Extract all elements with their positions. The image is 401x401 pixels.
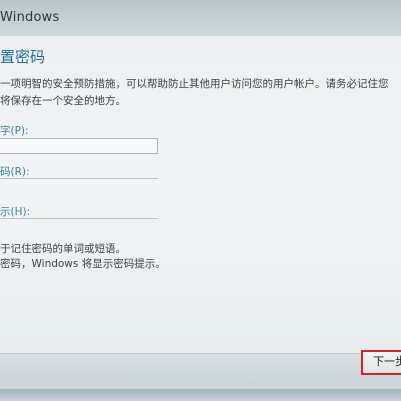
password-field[interactable] xyxy=(0,138,158,154)
setup-screen: Windows 置密码 一项明智的安全预防措施，可以帮助防止其他用户访问您的用户… xyxy=(0,0,401,401)
hint-instructions-line-2: 密码，Windows 将显示密码提示。 xyxy=(0,258,166,270)
page-heading: 置密码 xyxy=(0,48,46,66)
title-bar: Windows xyxy=(0,0,401,36)
description-line-2: 将保存在一个安全的地方。 xyxy=(0,95,126,107)
password-label: 字(P): xyxy=(0,125,29,137)
hint-instructions: 于记住密码的单词或短语。 密码，Windows 将显示密码提示。 xyxy=(0,242,396,272)
page-description: 一项明智的安全预防措施，可以帮助防止其他用户访问您的用户帐户。请务必记住您 将保… xyxy=(0,76,396,110)
window-bottom-edge xyxy=(0,389,401,401)
next-button[interactable]: 下一步 xyxy=(361,350,401,375)
button-bar xyxy=(0,353,401,390)
description-line-1: 一项明智的安全预防措施，可以帮助防止其他用户访问您的用户帐户。请务必记住您 xyxy=(0,78,389,90)
password-hint-field[interactable] xyxy=(0,218,158,219)
hint-instructions-line-1: 于记住密码的单词或短语。 xyxy=(0,243,126,255)
window-title: Windows xyxy=(0,10,60,25)
password-hint-label: 示(H): xyxy=(0,206,31,218)
confirm-password-label: 码(R): xyxy=(0,166,30,178)
confirm-password-field[interactable] xyxy=(0,178,158,179)
